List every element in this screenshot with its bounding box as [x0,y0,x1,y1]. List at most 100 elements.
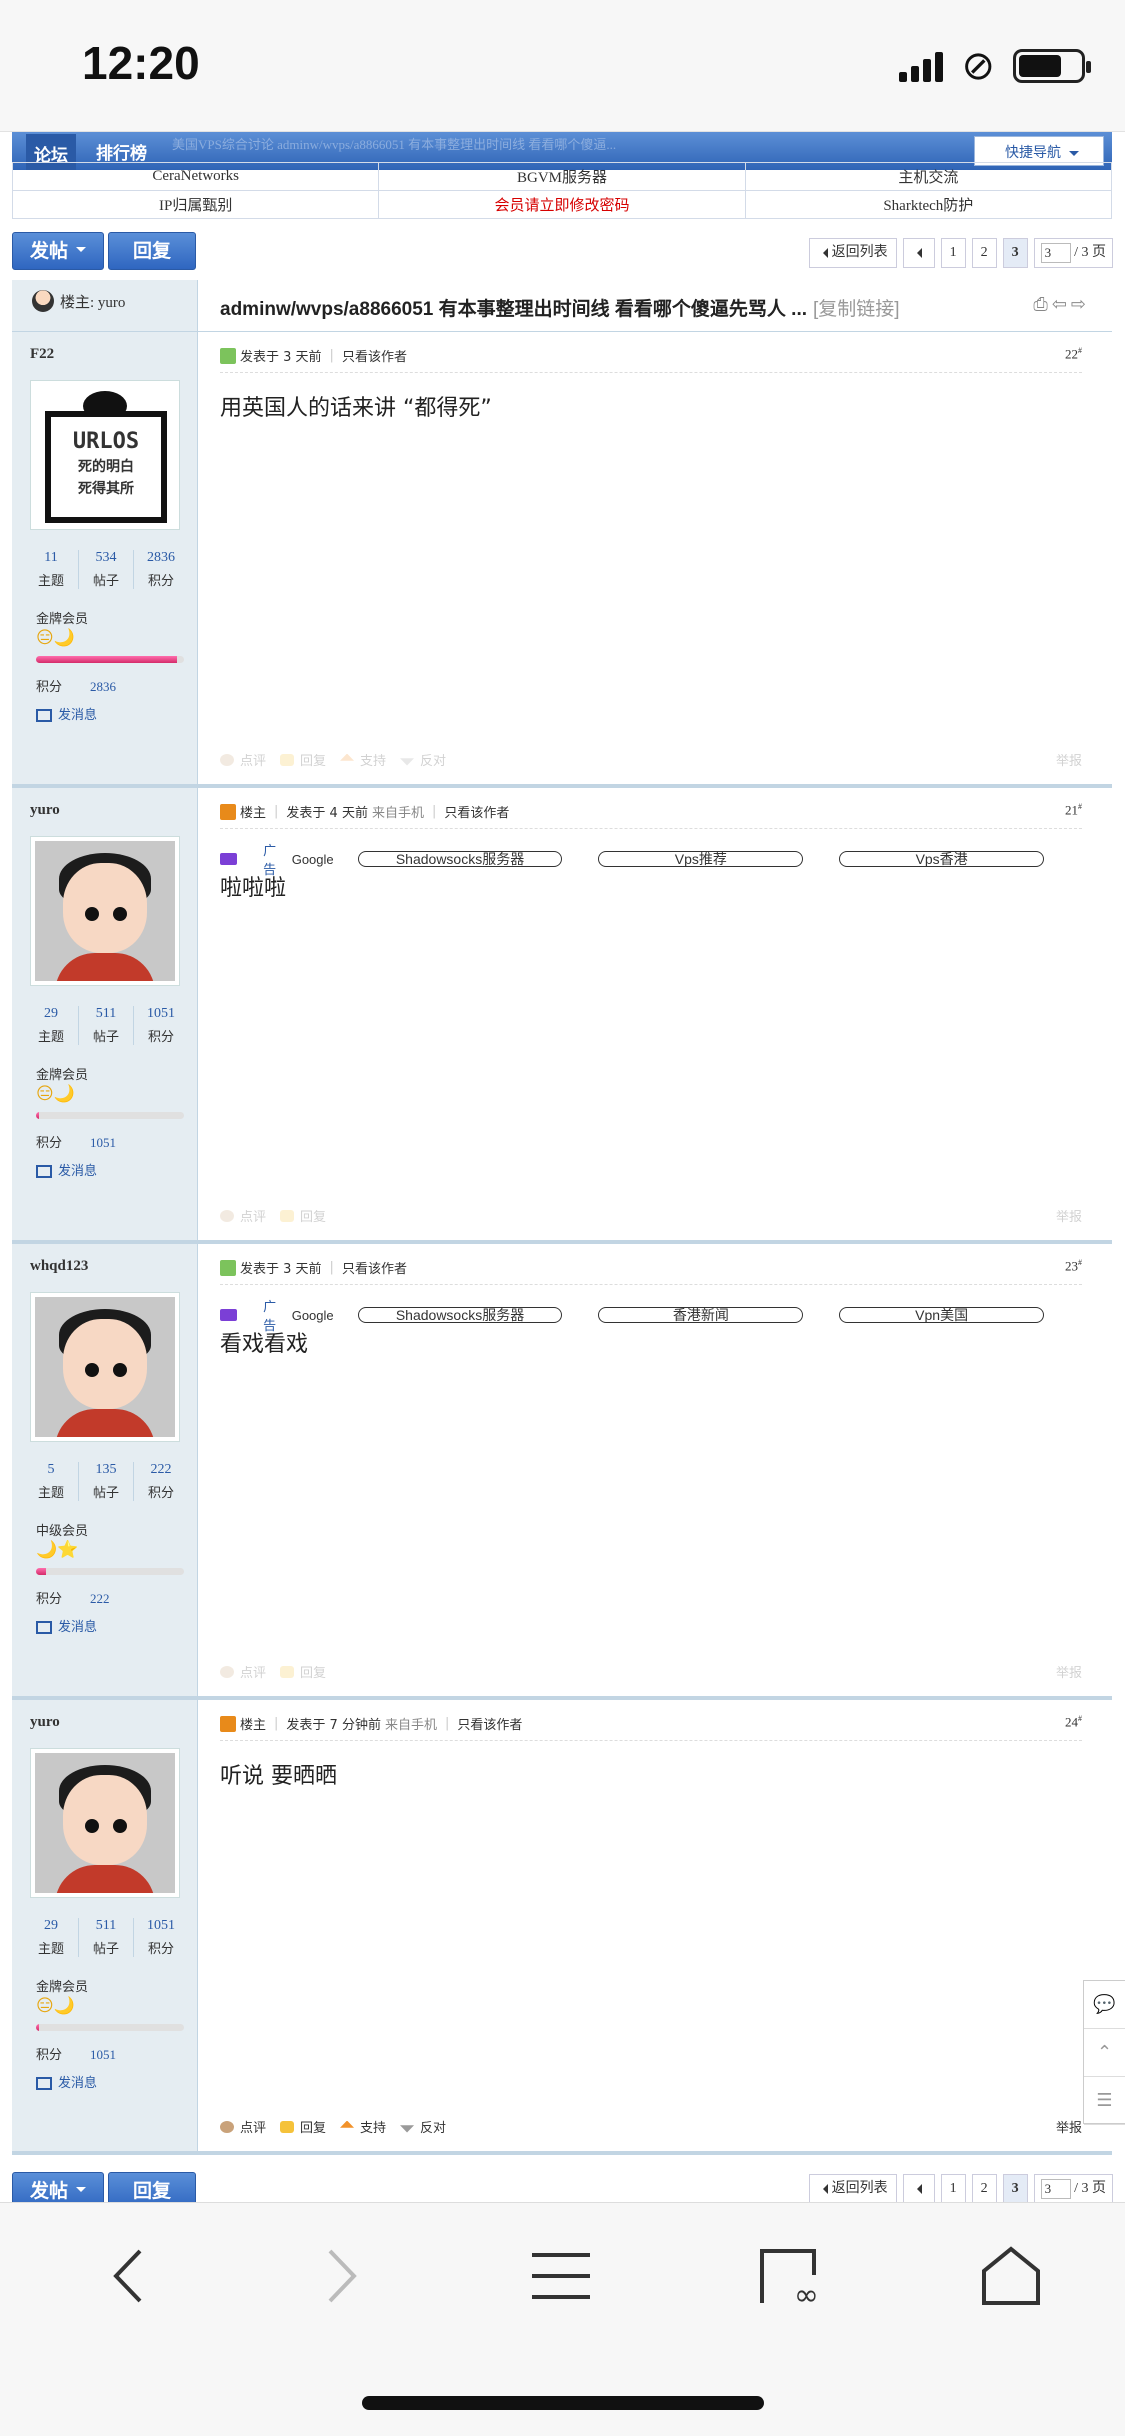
rate-button[interactable]: 点评 [220,750,266,769]
topics-count[interactable]: 29 [24,1006,78,1022]
new-post-button[interactable]: 发帖 [12,232,104,270]
reply-post-button[interactable]: 回复 [280,1662,326,1681]
only-author-link[interactable]: 只看该作者 [457,1714,522,1733]
only-author-link[interactable]: 只看该作者 [342,346,407,365]
score-value: 222 [90,1591,110,1606]
comment-icon[interactable]: 💬 [1084,1981,1125,2029]
link-item[interactable]: 会员请立即修改密码 [378,190,746,219]
send-message-link[interactable]: 发消息 [36,704,97,723]
author-name[interactable]: yuro [30,802,60,819]
points-count[interactable]: 1051 [134,1918,188,1934]
floor-number[interactable]: 21# [1065,802,1082,818]
link-item[interactable]: IP归属甄别 [11,190,380,219]
list-icon[interactable]: ☰ [1084,2077,1125,2125]
topics-count[interactable]: 29 [24,1918,78,1934]
ad-link-button[interactable]: Vpn美国 [839,1307,1045,1323]
ad-link-button[interactable]: 香港新闻 [598,1307,804,1323]
user-group[interactable]: 中级会员 [36,1520,88,1539]
home-icon[interactable] [976,2241,1046,2311]
link-item[interactable]: Sharktech防护 [744,190,1113,219]
page-3-current[interactable]: 3 [1002,2174,1028,2204]
only-author-link[interactable]: 只看该作者 [444,802,509,821]
user-group[interactable]: 金牌会员 [36,1064,88,1083]
reply-post-button[interactable]: 回复 [280,1206,326,1225]
oppose-button[interactable]: 反对 [400,2117,446,2136]
forward-icon[interactable] [304,2241,374,2311]
page-1[interactable]: 1 [940,238,966,268]
prev-thread-icon[interactable]: ⇦ [1052,294,1071,315]
back-icon[interactable] [96,2241,166,2311]
post-meta: 楼主 | 发表于 4 天前 来自手机 | 只看该作者 [220,802,509,821]
posts-count[interactable]: 511 [79,1006,133,1022]
page-1[interactable]: 1 [940,2174,966,2204]
breadcrumb[interactable]: 美国VPS综合讨论 adminw/wvps/a8866051 有本事整理出时间线… [172,134,616,153]
print-icon[interactable]: ⎙ [1033,294,1051,315]
support-button[interactable]: 支持 [340,2117,386,2136]
floor-number[interactable]: 23# [1065,1258,1082,1274]
topics-count[interactable]: 5 [24,1462,78,1478]
page-2[interactable]: 2 [971,2174,997,2204]
posts-count[interactable]: 135 [79,1462,133,1478]
oppose-button[interactable]: 反对 [400,750,446,769]
posts-label: 帖子 [92,1030,119,1045]
reply-post-button[interactable]: 回复 [280,750,326,769]
ad-row: 广告 Google Shadowsocks服务器 Vps推荐 Vps香港 [220,840,1080,878]
only-author-link[interactable]: 只看该作者 [342,1258,407,1277]
reply-post-button[interactable]: 回复 [280,2117,326,2136]
link-item[interactable]: 主机交流 [744,162,1113,191]
ad-link-button[interactable]: Vps香港 [839,851,1045,867]
avatar[interactable] [30,836,180,986]
author-name[interactable]: F22 [30,346,54,363]
ad-link-button[interactable]: Shadowsocks服务器 [357,1307,563,1323]
page-jump-input[interactable]: 3 [1040,242,1071,263]
page-jump-input[interactable]: 3 [1040,2178,1071,2199]
avatar[interactable]: URLOS 死的明白 死得其所 [30,380,180,530]
page-3-current[interactable]: 3 [1002,238,1028,268]
floor-value: 24 [1065,1714,1078,1730]
prev-page-button[interactable] [902,238,935,268]
floor-number[interactable]: 22# [1065,346,1082,362]
back-to-top-icon[interactable]: ⌃ [1084,2029,1125,2077]
rate-button[interactable]: 点评 [220,2117,266,2136]
link-item[interactable]: BGVM服务器 [378,162,746,191]
send-message-link[interactable]: 发消息 [36,2072,97,2091]
floor-number[interactable]: 24# [1065,1714,1082,1730]
reply-button[interactable]: 回复 [108,232,196,270]
posts-count[interactable]: 511 [79,1918,133,1934]
rate-button[interactable]: 点评 [220,1206,266,1225]
author-name[interactable]: whqd123 [30,1258,88,1275]
prev-page-button[interactable] [902,2174,935,2204]
back-to-list-button[interactable]: 返回列表 [808,2174,897,2204]
score-label: 积分 [36,680,63,695]
author-name[interactable]: yuro [30,1714,60,1731]
user-group[interactable]: 金牌会员 [36,608,88,627]
points-count[interactable]: 1051 [134,1006,188,1022]
report-link[interactable]: 举报 [1056,1206,1082,1225]
user-group[interactable]: 金牌会员 [36,1976,88,1995]
ad-link-button[interactable]: Shadowsocks服务器 [357,851,563,867]
points-count[interactable]: 222 [134,1462,188,1478]
avatar[interactable] [30,1292,180,1442]
next-thread-icon[interactable]: ⇨ [1071,294,1090,315]
send-message-link[interactable]: 发消息 [36,1616,97,1635]
tabs-icon[interactable]: ∞ [756,2241,826,2311]
rate-button[interactable]: 点评 [220,1662,266,1681]
rank-stars-icon: 🌙⭐ [36,1540,79,1560]
tab-ranking[interactable]: 排行榜 [96,139,147,164]
back-to-list-button[interactable]: 返回列表 [808,238,897,268]
page-2[interactable]: 2 [971,238,997,268]
posts-count[interactable]: 534 [79,550,133,566]
report-link[interactable]: 举报 [1056,2117,1082,2136]
send-message-link[interactable]: 发消息 [36,1160,97,1179]
menu-icon[interactable] [526,2241,596,2311]
support-button[interactable]: 支持 [340,750,386,769]
post-meta: 发表于 3 天前 | 只看该作者 [220,1258,407,1277]
points-count[interactable]: 2836 [134,550,188,566]
report-link[interactable]: 举报 [1056,750,1082,769]
avatar[interactable] [30,1748,180,1898]
link-item[interactable]: CeraNetworks [11,162,380,191]
report-link[interactable]: 举报 [1056,1662,1082,1681]
copy-link-button[interactable]: [复制链接] [813,299,900,320]
ad-link-button[interactable]: Vps推荐 [598,851,804,867]
topics-count[interactable]: 11 [24,550,78,566]
